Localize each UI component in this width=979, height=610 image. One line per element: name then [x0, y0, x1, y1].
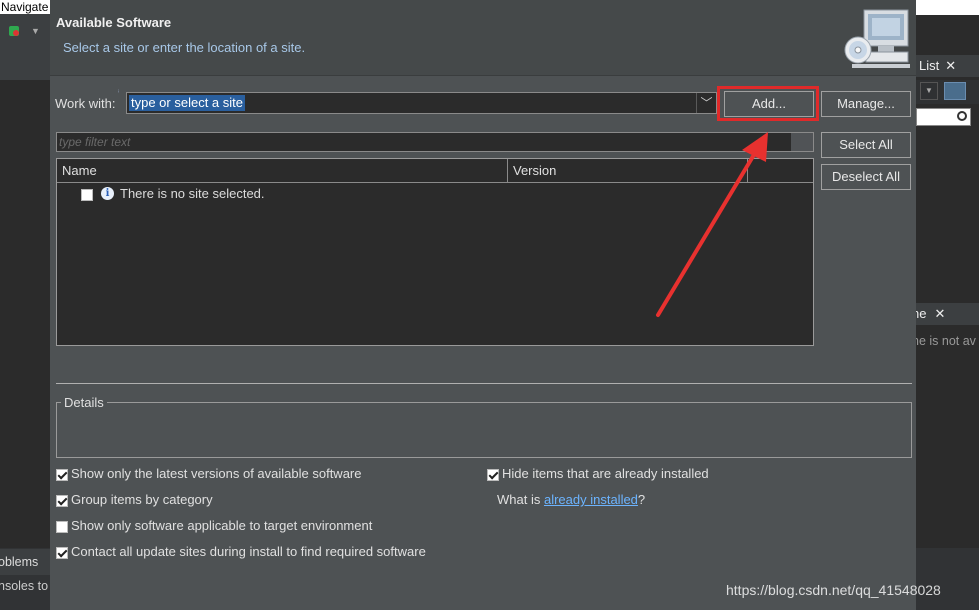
ide-bottom-right-area: [916, 548, 979, 610]
close-icon[interactable]: ✕: [934, 306, 945, 321]
work-with-combo[interactable]: type or select a site ﹀: [126, 92, 717, 114]
what-is-suffix: ?: [637, 492, 646, 507]
close-icon[interactable]: ✕: [945, 58, 956, 73]
column-header-name[interactable]: Name: [57, 159, 508, 183]
latest-versions-label: Show only the latest versions of availab…: [71, 466, 362, 481]
work-with-value[interactable]: type or select a site: [129, 95, 245, 111]
info-icon: i: [101, 187, 114, 200]
run-tool-icon[interactable]: [9, 24, 21, 38]
what-is-prefix: What is: [497, 492, 544, 507]
outline-message: ne is not av: [916, 334, 976, 348]
chevron-down-icon[interactable]: ﹀: [696, 93, 716, 113]
applicable-only-checkbox[interactable]: [56, 521, 68, 533]
dropdown-arrow-icon[interactable]: ▼: [31, 26, 40, 36]
row-checkbox[interactable]: [81, 189, 93, 201]
navigate-menu[interactable]: Navigate: [0, 0, 50, 14]
row-text: There is no site selected.: [120, 186, 265, 201]
right-toolbar: ▼: [916, 80, 979, 104]
find-input[interactable]: [916, 108, 971, 126]
watermark-text: https://blog.csdn.net/qq_41548028: [726, 582, 941, 598]
separator: [56, 383, 912, 384]
outline-tab[interactable]: ne✕: [916, 303, 979, 325]
consoles-text: nsoles to: [0, 579, 49, 593]
hide-installed-label: Hide items that are already installed: [502, 466, 709, 481]
annotation-arrow: [656, 132, 768, 317]
hide-installed-checkbox[interactable]: [487, 469, 499, 481]
info-decoration-icon: ⁱ: [118, 90, 120, 97]
chevron-down-icon[interactable]: ▼: [920, 82, 938, 100]
dialog-title: Available Software: [56, 15, 172, 30]
work-with-label: Work with:: [55, 96, 116, 111]
task-list-tab[interactable]: List ✕: [916, 55, 979, 77]
ide-right-top-area: [916, 0, 979, 15]
contact-all-sites-label: Contact all update sites during install …: [71, 544, 426, 559]
dialog-header: Available Software Select a site or ente…: [50, 0, 916, 76]
dialog-subtitle: Select a site or enter the location of a…: [63, 40, 306, 55]
install-dialog: Available Software Select a site or ente…: [50, 0, 916, 610]
filter-placeholder: type filter text: [59, 135, 131, 149]
applicable-only-label: Show only software applicable to target …: [71, 518, 373, 533]
details-group: Details: [56, 395, 912, 458]
contact-all-sites-checkbox[interactable]: [56, 547, 68, 559]
latest-versions-checkbox[interactable]: [56, 469, 68, 481]
search-icon: [957, 111, 967, 121]
group-by-category-checkbox[interactable]: [56, 495, 68, 507]
deselect-all-button[interactable]: Deselect All: [821, 164, 911, 190]
select-all-button[interactable]: Select All: [821, 132, 911, 158]
annotation-highlight-box: [717, 86, 819, 121]
already-installed-link[interactable]: already installed: [544, 492, 638, 507]
what-is-installed-text: What is already installed?: [497, 492, 645, 507]
view-toggle-button[interactable]: [944, 82, 966, 100]
manage-button[interactable]: Manage...: [821, 91, 911, 117]
clear-filter-icon[interactable]: [791, 133, 813, 151]
details-label: Details: [61, 395, 107, 410]
problems-tab[interactable]: oblems: [0, 549, 50, 575]
group-by-category-label: Group items by category: [71, 492, 213, 507]
install-wizard-icon: [844, 9, 910, 68]
